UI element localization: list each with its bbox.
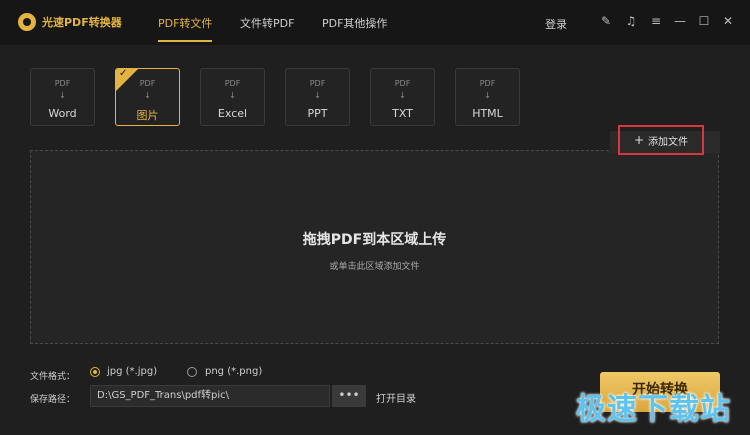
radio-jpg-label[interactable]: jpg (*.jpg) xyxy=(107,366,157,377)
format-excel-button[interactable]: PDF ↓ Excel xyxy=(200,68,265,126)
save-path-label: 保存路径： xyxy=(30,395,76,405)
format-ppt-button[interactable]: PDF ↓ PPT xyxy=(285,68,350,126)
add-file-label: 添加文件 xyxy=(648,136,689,148)
login-button[interactable]: 登录 xyxy=(545,16,567,32)
format-source-label: PDF xyxy=(394,79,411,88)
arrow-down-icon: ↓ xyxy=(229,91,236,100)
drop-zone-subtitle: 或单击此区域添加文件 xyxy=(329,262,420,272)
logo-icon xyxy=(18,13,36,31)
save-path-field[interactable]: D:\GS_PDF_Trans\pdf转pic\ xyxy=(90,385,330,407)
arrow-down-icon: ↓ xyxy=(59,91,66,100)
maximize-icon[interactable]: ☐ xyxy=(697,14,711,28)
tab-pdf-to-file[interactable]: PDF转文件 xyxy=(158,15,212,31)
format-txt-button[interactable]: PDF ↓ TXT xyxy=(370,68,435,126)
format-label: PPT xyxy=(307,107,328,120)
drop-zone-title: 拖拽PDF到本区域上传 xyxy=(302,232,447,248)
format-source-label: PDF xyxy=(139,79,156,88)
format-label: HTML xyxy=(472,107,503,120)
format-label: Word xyxy=(48,107,77,120)
file-drop-zone[interactable]: 拖拽PDF到本区域上传 或单击此区域添加文件 xyxy=(30,150,719,344)
arrow-down-icon: ↓ xyxy=(399,91,406,100)
qq-icon[interactable]: ♫ xyxy=(624,14,638,28)
file-format-label: 文件格式： xyxy=(30,372,76,382)
format-source-label: PDF xyxy=(479,79,496,88)
format-label: Excel xyxy=(217,107,248,120)
format-image-button[interactable]: ✓ PDF ↓ 图片 xyxy=(115,68,180,126)
edit-icon[interactable]: ✎ xyxy=(599,14,613,28)
add-file-button[interactable]: + 添加文件 xyxy=(618,125,704,155)
close-icon[interactable]: ✕ xyxy=(721,14,735,28)
format-html-button[interactable]: PDF ↓ HTML xyxy=(455,68,520,126)
format-source-label: PDF xyxy=(224,79,241,88)
site-watermark: 极速下载站 xyxy=(576,392,731,427)
menu-icon[interactable]: ≡ xyxy=(649,14,663,28)
tab-file-to-pdf[interactable]: 文件转PDF xyxy=(240,15,294,31)
check-icon: ✓ xyxy=(119,68,128,79)
radio-png[interactable] xyxy=(187,367,197,377)
arrow-down-icon: ↓ xyxy=(484,91,491,100)
browse-button[interactable]: ••• xyxy=(332,385,366,407)
format-source-label: PDF xyxy=(54,79,71,88)
radio-png-label[interactable]: png (*.png) xyxy=(205,366,262,377)
format-label: 图片 xyxy=(136,109,159,122)
active-tab-indicator xyxy=(158,40,212,42)
arrow-down-icon: ↓ xyxy=(314,91,321,100)
title-bar: 光速PDF转换器 PDF转文件 文件转PDF PDF其他操作 登录 ✎ ♫ ≡ … xyxy=(0,0,750,45)
format-label: TXT xyxy=(392,107,413,120)
minimize-icon[interactable]: — xyxy=(673,14,687,28)
open-directory-link[interactable]: 打开目录 xyxy=(376,390,416,405)
format-source-label: PDF xyxy=(309,79,326,88)
app-title: 光速PDF转换器 xyxy=(42,16,122,29)
format-word-button[interactable]: PDF ↓ Word xyxy=(30,68,95,126)
tab-pdf-other[interactable]: PDF其他操作 xyxy=(322,15,387,31)
app-logo: 光速PDF转换器 xyxy=(18,13,122,31)
plus-icon: + xyxy=(633,133,645,147)
arrow-down-icon: ↓ xyxy=(144,91,151,100)
radio-jpg[interactable] xyxy=(90,367,100,377)
